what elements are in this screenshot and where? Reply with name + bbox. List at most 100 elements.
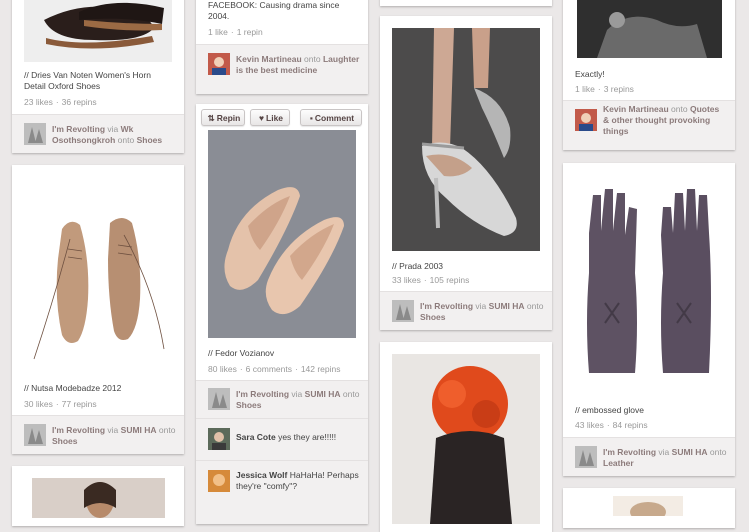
pin-card-prada-2003[interactable]: // Prada 2003 33 likes · 105 repins I'm Re… <box>380 16 552 330</box>
pin-card-nutsa-modebadze[interactable]: // Nutsa Modebadze 2012 30 likes · 77 repi… <box>12 165 184 454</box>
avatar-image <box>575 109 597 131</box>
pin-stats: 33 likes · 105 repins <box>392 275 470 285</box>
board-link[interactable]: Leather <box>603 458 634 468</box>
pinner-link[interactable]: I'm Revolting <box>52 425 105 435</box>
ballet-flats-image <box>208 130 356 338</box>
oxford-shoes-image <box>24 0 172 62</box>
pin-card-exactly[interactable]: Exactly! 1 like · 3 repins Kevin Martineau… <box>563 0 735 150</box>
board-link[interactable]: Shoes <box>420 312 446 322</box>
column-2: FACEBOOK: Causing drama since 2004. 1 li… <box>196 0 368 524</box>
pin-description: Exactly! <box>575 69 605 79</box>
avatar[interactable] <box>208 388 230 410</box>
board-link[interactable]: Shoes <box>137 135 163 145</box>
pin-stats: 1 like · 1 repin <box>208 27 263 37</box>
comment-jessica-wolf: Jessica Wolf HaHaHa! Perhaps they're "co… <box>196 460 368 524</box>
pin-attribution: I'm Revolting via SUMI HA onto Shoes <box>12 415 184 454</box>
pin-stats: 23 likes · 36 repins <box>24 97 97 107</box>
attribution-text: Kevin Martineau onto Laughter is the bes… <box>236 54 360 75</box>
avatar[interactable] <box>208 470 230 492</box>
attribution-text: I'm Revolting via SUMI HA onto Leather <box>603 447 727 468</box>
repins-count[interactable]: 1 repin <box>237 27 263 37</box>
likes-count[interactable]: 1 like <box>208 27 228 37</box>
pin-attribution: I'm Revolting via Wk Osothsongkroh onto … <box>12 114 184 153</box>
lace-shoes-image <box>24 179 172 375</box>
pin-card-fedor-vozianov[interactable]: ⇅ Repin ♥ Like ▪ Comment // Fedor Vozianov … <box>196 104 368 524</box>
pin-card-embossed-glove[interactable]: // embossed glove 43 likes · 84 repins I'm… <box>563 163 735 476</box>
repins-count[interactable]: 77 repins <box>62 399 97 409</box>
pinner-link[interactable]: I'm Revolting <box>52 124 105 134</box>
commenter-link[interactable]: Jessica Wolf <box>236 470 287 480</box>
pin-card-portrait[interactable] <box>12 466 184 526</box>
pinner-link[interactable]: I'm Revolting <box>236 389 289 399</box>
comment-text: Sara Cote yes they are!!!!! <box>236 432 337 442</box>
pinner-link[interactable]: Kevin Martineau <box>603 104 669 114</box>
like-button[interactable]: ♥ Like <box>250 109 290 126</box>
board-link[interactable]: Shoes <box>236 400 262 410</box>
pin-card-red-pompom[interactable] <box>380 342 552 532</box>
comments-count[interactable]: 6 comments <box>246 364 292 374</box>
repins-count[interactable]: 142 repins <box>301 364 341 374</box>
pin-description: // Prada 2003 <box>392 261 444 271</box>
source-link[interactable]: SUMI HA <box>121 425 157 435</box>
attribution-text: I'm Revolting via SUMI HA onto Shoes <box>236 389 360 410</box>
source-link[interactable]: SUMI HA <box>672 447 708 457</box>
pin-image-partial[interactable] <box>613 496 683 516</box>
likes-count[interactable]: 33 likes <box>392 275 421 285</box>
pin-image-gloves[interactable] <box>575 173 723 395</box>
pin-image-vintage-photo[interactable] <box>577 0 722 58</box>
board-link[interactable]: Shoes <box>52 436 78 446</box>
pin-card-top-partial[interactable] <box>380 0 552 6</box>
partial-image <box>613 496 683 516</box>
avatar[interactable] <box>392 300 414 322</box>
pin-description: // embossed glove <box>575 405 644 415</box>
comment-button[interactable]: ▪ Comment <box>300 109 362 126</box>
likes-count[interactable]: 1 like <box>575 84 595 94</box>
pin-stats: 80 likes · 6 comments · 142 repins <box>208 364 341 374</box>
pin-attribution: I'm Revolting via SUMI HA onto Shoes <box>196 380 368 418</box>
repins-count[interactable]: 3 repins <box>604 84 634 94</box>
column-4: Exactly! 1 like · 3 repins Kevin Martineau… <box>563 0 735 528</box>
likes-count[interactable]: 23 likes <box>24 97 53 107</box>
pompom-hat-image <box>392 354 540 524</box>
repin-button[interactable]: ⇅ Repin <box>201 109 245 126</box>
likes-count[interactable]: 80 likes <box>208 364 237 374</box>
gloves-image <box>575 173 723 395</box>
pin-description: // Dries Van Noten Women's Horn Detail O… <box>24 70 151 91</box>
pinner-link[interactable]: Kevin Martineau <box>236 54 302 64</box>
pinner-link[interactable]: I'm Revolting <box>603 447 656 457</box>
avatar[interactable] <box>208 428 230 450</box>
pin-attribution: Kevin Martineau onto Quotes & other thou… <box>563 100 735 150</box>
pin-image-oxford-shoes[interactable] <box>24 0 172 62</box>
avatar[interactable] <box>575 446 597 468</box>
pin-attribution: Kevin Martineau onto Laughter is the bes… <box>196 44 368 94</box>
repins-count[interactable]: 36 repins <box>62 97 97 107</box>
source-link[interactable]: SUMI HA <box>489 301 525 311</box>
avatar[interactable] <box>24 123 46 145</box>
pin-icon: ⇅ <box>207 113 215 123</box>
repins-count[interactable]: 84 repins <box>613 420 648 430</box>
pin-attribution: I'm Revolting via SUMI HA onto Shoes <box>380 291 552 330</box>
avatar[interactable] <box>575 109 597 131</box>
pin-image-portrait[interactable] <box>32 478 165 518</box>
pin-image-pompom-hat[interactable] <box>392 354 540 524</box>
pin-image-ballet-flats[interactable] <box>208 130 356 338</box>
commenter-link[interactable]: Sara Cote <box>236 432 276 442</box>
heart-icon: ♥ <box>258 113 265 123</box>
source-link[interactable]: SUMI HA <box>305 389 341 399</box>
comment-sara-cote: Sara Cote yes they are!!!!! <box>196 418 368 460</box>
pin-image-lace-shoes[interactable] <box>24 179 172 375</box>
avatar-image <box>208 388 230 410</box>
avatar-image <box>392 300 414 322</box>
repins-count[interactable]: 105 repins <box>430 275 470 285</box>
pin-card-facebook-drama[interactable]: FACEBOOK: Causing drama since 2004. 1 li… <box>196 0 368 94</box>
avatar[interactable] <box>208 53 230 75</box>
pin-card-horn-oxford[interactable]: // Dries Van Noten Women's Horn Detail O… <box>12 0 184 153</box>
likes-count[interactable]: 43 likes <box>575 420 604 430</box>
avatar-image <box>24 123 46 145</box>
pin-card-bottom-partial[interactable] <box>563 488 735 528</box>
avatar-image <box>575 446 597 468</box>
likes-count[interactable]: 30 likes <box>24 399 53 409</box>
pinner-link[interactable]: I'm Revolting <box>420 301 473 311</box>
avatar[interactable] <box>24 424 46 446</box>
pin-image-prada-heels[interactable] <box>392 28 540 251</box>
